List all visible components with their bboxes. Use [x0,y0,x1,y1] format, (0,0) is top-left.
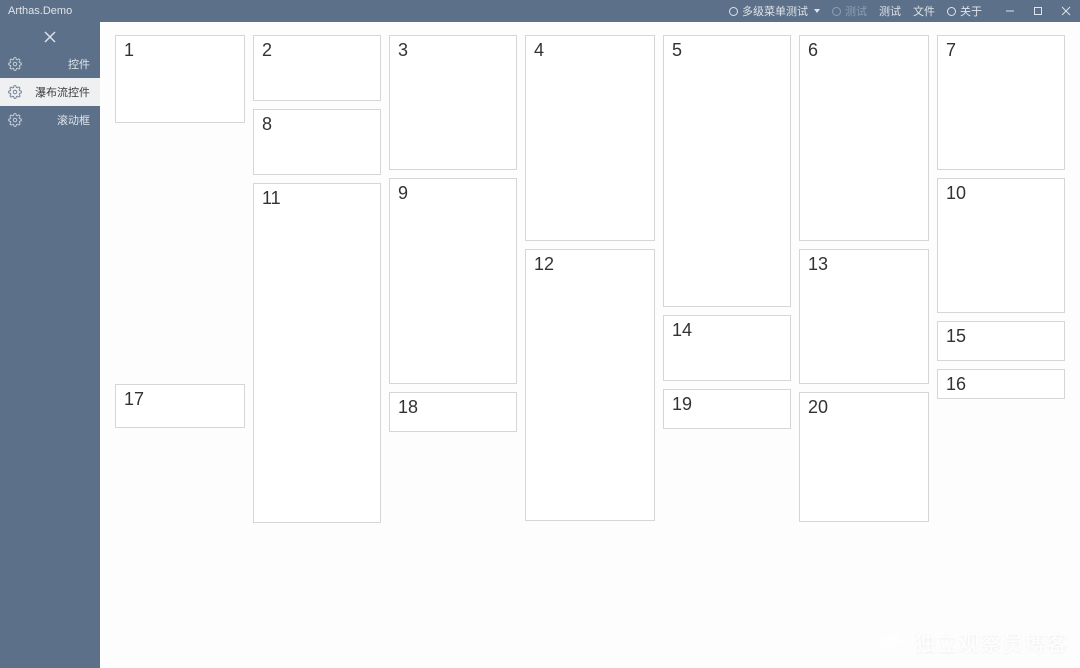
tile[interactable]: 20 [799,392,929,522]
sidebar: 控件 瀑布流控件 滚动框 [0,22,100,668]
radio-icon [832,7,841,16]
waterfall-canvas: 1234567891011121314151617181920 [100,22,1080,668]
tile[interactable]: 12 [525,249,655,521]
chevron-down-icon [814,9,820,13]
menu-test-disabled: 测试 [832,3,867,19]
maximize-button[interactable] [1024,0,1052,22]
gear-icon [8,57,22,71]
tile[interactable]: 14 [663,315,791,381]
radio-icon [729,7,738,16]
tile[interactable]: 13 [799,249,929,384]
tile[interactable]: 7 [937,35,1065,170]
tile[interactable]: 1 [115,35,245,123]
sidebar-item-waterfall[interactable]: 瀑布流控件 [0,78,100,106]
tile[interactable]: 10 [937,178,1065,313]
tile[interactable]: 3 [389,35,517,170]
menu-test[interactable]: 测试 [879,3,901,19]
tile[interactable]: 4 [525,35,655,241]
tile[interactable]: 16 [937,369,1065,399]
tile[interactable]: 17 [115,384,245,428]
menu-multi-level[interactable]: 多级菜单测试 [729,3,820,19]
sidebar-item-label: 滚动框 [57,112,90,128]
wechat-icon [880,631,906,653]
sidebar-collapse-button[interactable] [0,24,100,50]
tile[interactable]: 18 [389,392,517,432]
tile[interactable]: 9 [389,178,517,384]
app-title: Arthas.Demo [8,5,72,17]
tile[interactable]: 8 [253,109,381,175]
titlebar: Arthas.Demo 多级菜单测试 测试 测试 文件 关于 [0,0,1080,22]
sidebar-item-label: 控件 [68,56,90,72]
tile[interactable]: 15 [937,321,1065,361]
radio-icon [947,7,956,16]
tile[interactable]: 2 [253,35,381,101]
close-button[interactable] [1052,0,1080,22]
gear-icon [8,85,22,99]
sidebar-item-controls[interactable]: 控件 [0,50,100,78]
menu-file[interactable]: 文件 [913,3,935,19]
menu-about[interactable]: 关于 [947,3,982,19]
minimize-button[interactable] [996,0,1024,22]
tile[interactable]: 5 [663,35,791,307]
sidebar-item-label: 瀑布流控件 [35,84,90,100]
watermark: 独立观察员博客 [880,626,1068,658]
tile[interactable]: 11 [253,183,381,523]
tile[interactable]: 6 [799,35,929,241]
gear-icon [8,113,22,127]
tile[interactable]: 19 [663,389,791,429]
sidebar-item-scrollbox[interactable]: 滚动框 [0,106,100,134]
